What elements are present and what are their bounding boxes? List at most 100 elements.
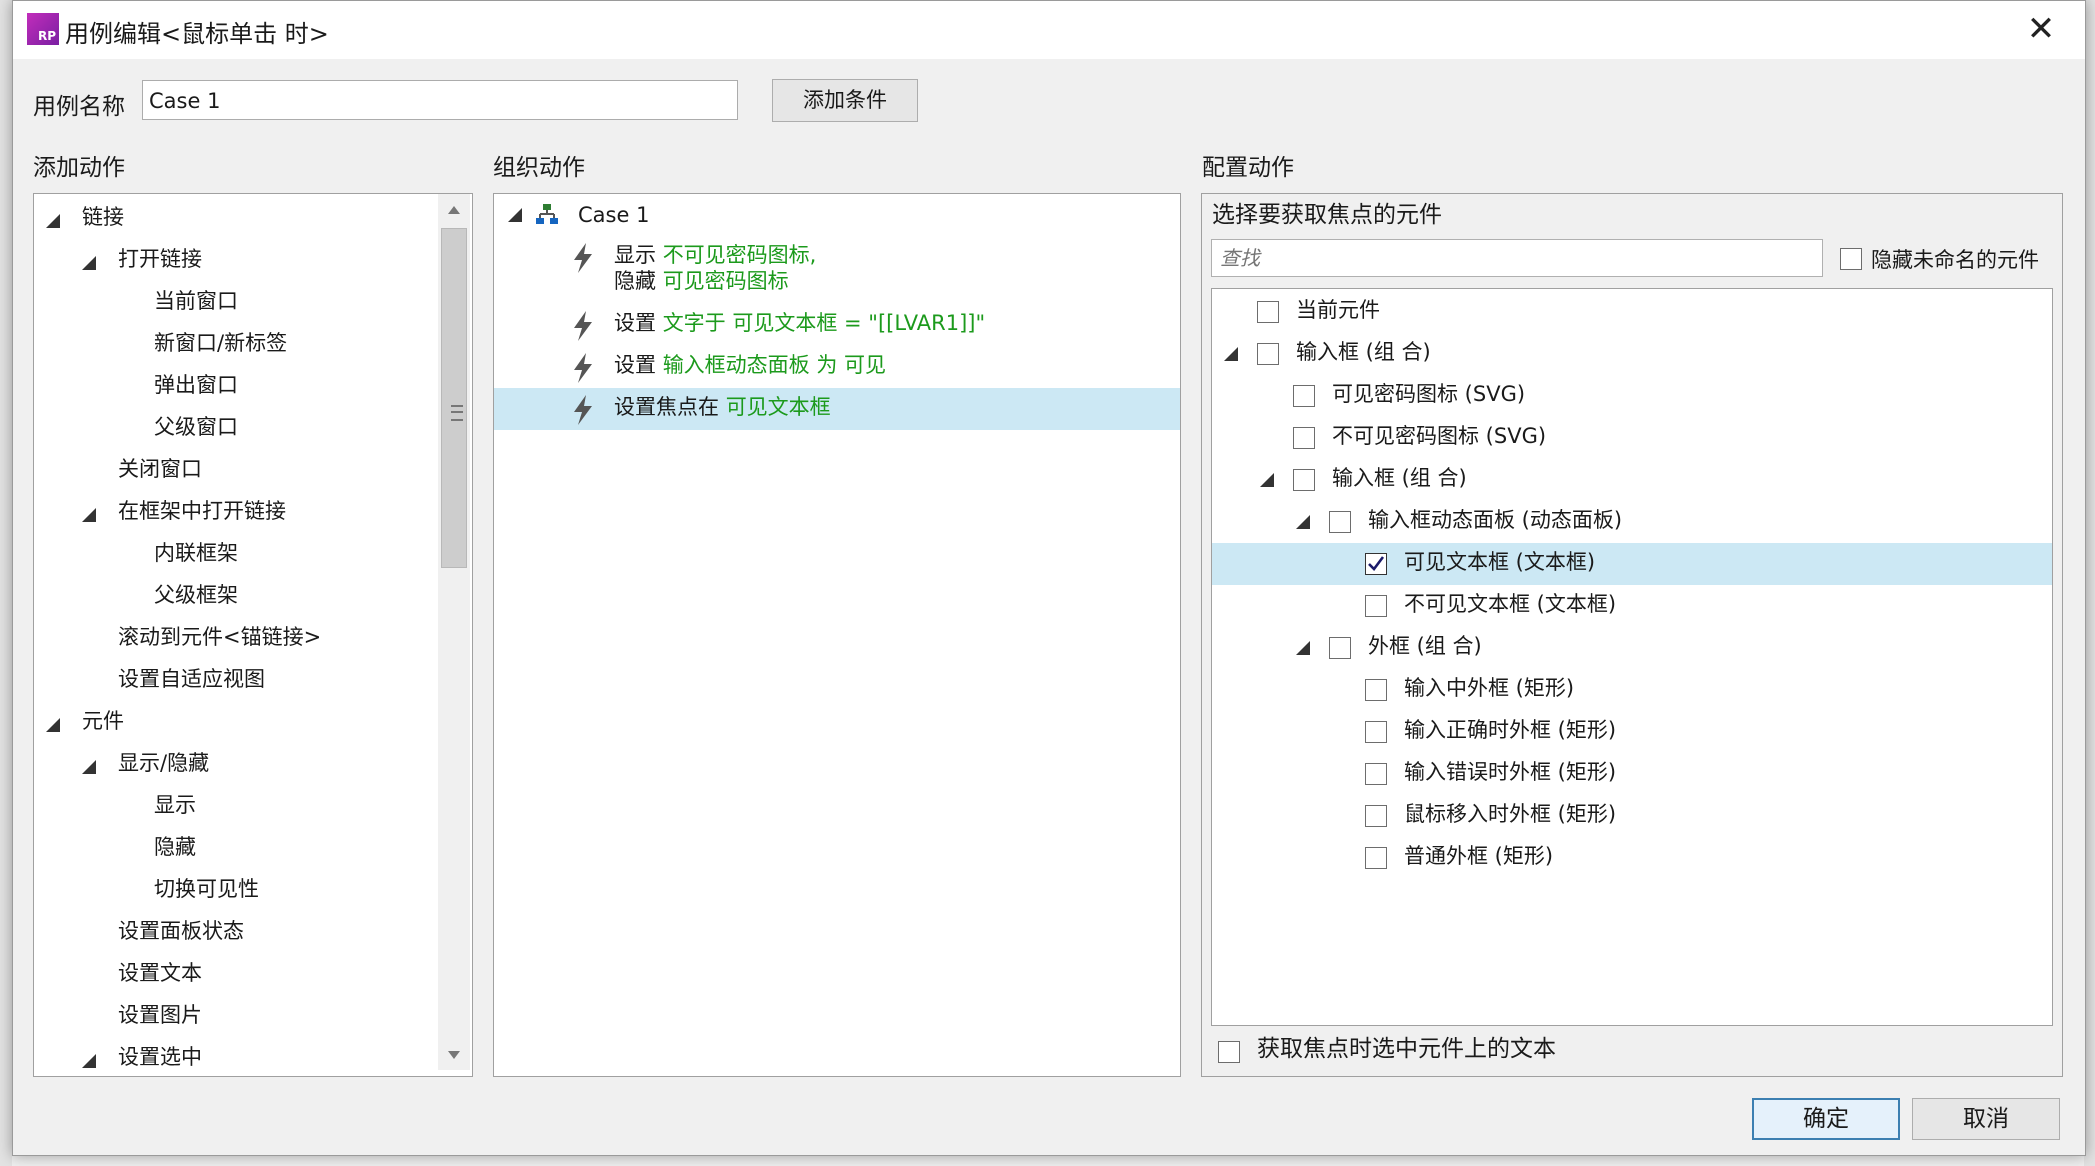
action-item[interactable]: 元件 bbox=[82, 702, 124, 740]
widget-tree-row[interactable]: 输入正确时外框 (矩形) bbox=[1212, 711, 2052, 753]
widget-checkbox[interactable] bbox=[1365, 553, 1387, 575]
scroll-up-icon[interactable] bbox=[448, 206, 460, 214]
widget-checkbox[interactable] bbox=[1365, 721, 1387, 743]
widget-tree-row[interactable]: 普通外框 (矩形) bbox=[1212, 837, 2052, 879]
widget-label[interactable]: 当前元件 bbox=[1296, 291, 1380, 329]
widget-label[interactable]: 输入错误时外框 (矩形) bbox=[1404, 753, 1616, 791]
widget-checkbox[interactable] bbox=[1257, 343, 1279, 365]
widget-label[interactable]: 可见密码图标 (SVG) bbox=[1332, 375, 1525, 413]
action-item[interactable]: 设置选中 bbox=[118, 1038, 202, 1076]
widget-checkbox[interactable] bbox=[1365, 805, 1387, 827]
ok-button[interactable]: 确定 bbox=[1752, 1098, 1900, 1140]
widget-label[interactable]: 输入框 (组 合) bbox=[1296, 333, 1431, 371]
widget-label[interactable]: 输入框 (组 合) bbox=[1332, 459, 1467, 497]
action-item[interactable]: 父级框架 bbox=[154, 576, 238, 614]
widget-checkbox[interactable] bbox=[1329, 511, 1351, 533]
organized-action[interactable]: 设置 输入框动态面板 为 可见 bbox=[494, 346, 1180, 388]
action-item[interactable]: 当前窗口 bbox=[154, 282, 238, 320]
action-item[interactable]: 弹出窗口 bbox=[154, 366, 238, 404]
widget-tree-row[interactable]: 输入框 (组 合) bbox=[1212, 333, 2052, 375]
action-item[interactable]: 设置文本 bbox=[118, 954, 202, 992]
add-actions-tree[interactable]: 链接打开链接当前窗口新窗口/新标签 弹出窗口父级窗口关闭窗口在框架中打开链接内联框… bbox=[33, 193, 473, 1077]
widget-checkbox[interactable] bbox=[1293, 469, 1315, 491]
expand-triangle-icon[interactable] bbox=[1296, 515, 1310, 529]
widget-tree-row[interactable]: 外框 (组 合) bbox=[1212, 627, 2052, 669]
widget-tree-row[interactable]: 鼠标移入时外框 (矩形) bbox=[1212, 795, 2052, 837]
widget-label[interactable]: 鼠标移入时外框 (矩形) bbox=[1404, 795, 1616, 833]
expand-triangle-icon[interactable] bbox=[82, 760, 96, 774]
widget-checkbox[interactable] bbox=[1293, 427, 1315, 449]
expand-triangle-icon[interactable] bbox=[82, 508, 96, 522]
expand-triangle-icon[interactable] bbox=[82, 256, 96, 270]
widget-tree-row[interactable]: 输入错误时外框 (矩形) bbox=[1212, 753, 2052, 795]
case-node-label[interactable]: Case 1 bbox=[578, 196, 649, 234]
widget-label[interactable]: 输入框动态面板 (动态面板) bbox=[1368, 501, 1622, 539]
organized-action[interactable]: 显示 不可见密码图标, 隐藏 可见密码图标 bbox=[494, 236, 1180, 304]
organize-actions-tree[interactable]: Case 1 显示 不可见密码图标, 隐藏 可见密码图标 设置 文字于 可见文本框 … bbox=[493, 193, 1181, 1077]
case-name-input[interactable]: Case 1 bbox=[142, 80, 738, 120]
widget-label[interactable]: 不可见文本框 (文本框) bbox=[1404, 585, 1616, 623]
action-item[interactable]: 滚动到元件<锚链接> bbox=[118, 618, 321, 656]
widget-label[interactable]: 输入中外框 (矩形) bbox=[1404, 669, 1574, 707]
action-item[interactable]: 设置图片 bbox=[118, 996, 202, 1034]
cancel-button[interactable]: 取消 bbox=[1912, 1098, 2060, 1140]
widget-label[interactable]: 外框 (组 合) bbox=[1368, 627, 1482, 665]
expand-triangle-icon[interactable] bbox=[1296, 641, 1310, 655]
widget-label[interactable]: 可见文本框 (文本框) bbox=[1404, 543, 1595, 581]
widget-checkbox[interactable] bbox=[1365, 595, 1387, 617]
select-text-on-focus-label[interactable]: 获取焦点时选中元件上的文本 bbox=[1257, 1030, 1556, 1068]
widget-label[interactable]: 普通外框 (矩形) bbox=[1404, 837, 1553, 875]
action-item[interactable]: 新窗口/新标签 bbox=[154, 324, 287, 362]
action-verb: 设置 bbox=[614, 311, 663, 335]
hide-unnamed-checkbox[interactable] bbox=[1840, 248, 1862, 270]
widget-tree-row[interactable]: 输入框 (组 合) bbox=[1212, 459, 2052, 501]
widget-label[interactable]: 不可见密码图标 (SVG) bbox=[1332, 417, 1546, 455]
expand-triangle-icon[interactable] bbox=[1224, 347, 1238, 361]
action-item[interactable]: 在框架中打开链接 bbox=[118, 492, 286, 530]
search-input[interactable] bbox=[1211, 239, 1823, 277]
widget-tree-row[interactable]: 输入中外框 (矩形) bbox=[1212, 669, 2052, 711]
action-item[interactable]: 父级窗口 bbox=[154, 408, 238, 446]
organized-action[interactable]: 设置焦点在 可见文本框 bbox=[494, 388, 1180, 430]
action-verb: 设置焦点在 bbox=[614, 395, 726, 419]
title-bar[interactable]: RP 用例编辑<鼠标单击 时> ✕ bbox=[13, 1, 2085, 59]
widget-tree-row[interactable]: 可见密码图标 (SVG) bbox=[1212, 375, 2052, 417]
action-item[interactable]: 设置自适应视图 bbox=[118, 660, 265, 698]
scroll-down-icon[interactable] bbox=[448, 1051, 460, 1059]
expand-triangle-icon[interactable] bbox=[82, 1054, 96, 1068]
organized-action[interactable]: 设置 文字于 可见文本框 = "[[LVAR1]]" bbox=[494, 304, 1180, 346]
scroll-thumb[interactable] bbox=[441, 228, 467, 568]
action-item[interactable]: 显示 bbox=[154, 786, 196, 824]
action-item[interactable]: 切换可见性 bbox=[154, 870, 259, 908]
widget-checkbox[interactable] bbox=[1365, 763, 1387, 785]
widget-checkbox[interactable] bbox=[1365, 679, 1387, 701]
widget-checkbox[interactable] bbox=[1257, 301, 1279, 323]
action-line: 设置焦点在 可见文本框 bbox=[614, 394, 831, 420]
action-item[interactable]: 设置面板状态 bbox=[118, 912, 244, 950]
action-item[interactable]: 打开链接 bbox=[118, 240, 202, 278]
widget-checkbox[interactable] bbox=[1293, 385, 1315, 407]
select-text-on-focus-checkbox[interactable] bbox=[1218, 1041, 1240, 1063]
action-item[interactable]: 显示/隐藏 bbox=[118, 744, 209, 782]
widget-tree-row[interactable]: 当前元件 bbox=[1212, 291, 2052, 333]
widget-checkbox[interactable] bbox=[1365, 847, 1387, 869]
action-item[interactable]: 关闭窗口 bbox=[118, 450, 202, 488]
widget-checkbox[interactable] bbox=[1329, 637, 1351, 659]
widget-tree[interactable]: 当前元件输入框 (组 合) 可见密码图标 (SVG) 不可见密码图标 (SVG) 输入… bbox=[1211, 288, 2053, 1026]
widget-tree-row[interactable]: 输入框动态面板 (动态面板) bbox=[1212, 501, 2052, 543]
action-item[interactable]: 隐藏 bbox=[154, 828, 196, 866]
expand-triangle-icon[interactable] bbox=[46, 214, 60, 228]
widget-tree-row[interactable]: 不可见文本框 (文本框) bbox=[1212, 585, 2052, 627]
widget-tree-row[interactable]: 不可见密码图标 (SVG) bbox=[1212, 417, 2052, 459]
expand-triangle-icon[interactable] bbox=[1260, 473, 1274, 487]
expand-triangle-icon[interactable] bbox=[508, 208, 522, 222]
add-condition-button[interactable]: 添加条件 bbox=[772, 79, 918, 122]
widget-tree-row[interactable]: 可见文本框 (文本框) bbox=[1212, 543, 2052, 585]
action-item[interactable]: 链接 bbox=[82, 198, 124, 236]
close-icon[interactable]: ✕ bbox=[2021, 9, 2061, 49]
hide-unnamed-label[interactable]: 隐藏未命名的元件 bbox=[1871, 241, 2039, 279]
expand-triangle-icon[interactable] bbox=[46, 718, 60, 732]
widget-label[interactable]: 输入正确时外框 (矩形) bbox=[1404, 711, 1616, 749]
action-item[interactable]: 内联框架 bbox=[154, 534, 238, 572]
add-actions-scrollbar[interactable] bbox=[438, 194, 470, 1070]
